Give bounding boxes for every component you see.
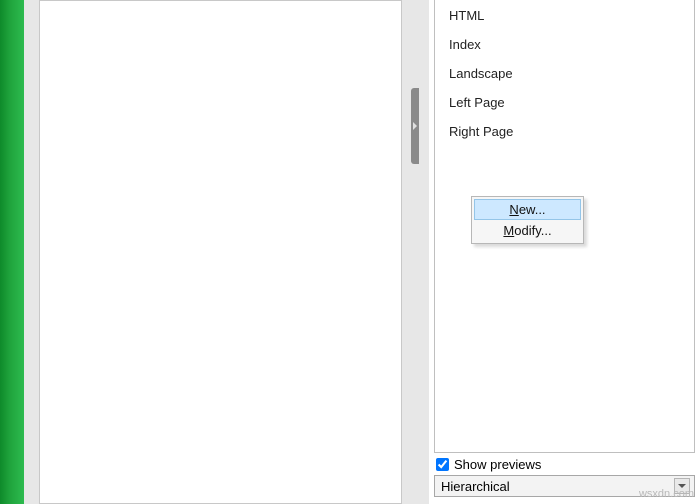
show-previews-label: Show previews: [454, 457, 541, 472]
accesskey-m: M: [503, 223, 514, 238]
style-item-landscape[interactable]: Landscape: [435, 62, 694, 85]
document-page[interactable]: [39, 0, 402, 504]
accesskey-n: N: [509, 202, 518, 217]
style-item-left-page[interactable]: Left Page: [435, 91, 694, 114]
style-item-index[interactable]: Index: [435, 33, 694, 56]
style-item-right-page[interactable]: Right Page: [435, 120, 694, 143]
show-previews-row[interactable]: Show previews: [434, 457, 695, 472]
styles-panel: HTML Index Landscape Left Page Right Pag…: [429, 0, 700, 504]
context-menu-modify[interactable]: Modify...: [474, 220, 581, 241]
sidebar-splitter[interactable]: [411, 0, 429, 504]
context-menu-new[interactable]: New...: [474, 199, 581, 220]
show-previews-checkbox[interactable]: [436, 458, 449, 471]
sidebar-collapse-handle[interactable]: [411, 88, 419, 164]
app-start-bar: [0, 0, 24, 504]
styles-filter-value: Hierarchical: [441, 479, 510, 494]
document-workspace: [24, 0, 411, 504]
watermark: wsxdn.com: [639, 488, 694, 500]
chevron-right-icon: [413, 122, 417, 130]
styles-context-menu: New... Modify...: [471, 196, 584, 244]
style-item-html[interactable]: HTML: [435, 4, 694, 27]
